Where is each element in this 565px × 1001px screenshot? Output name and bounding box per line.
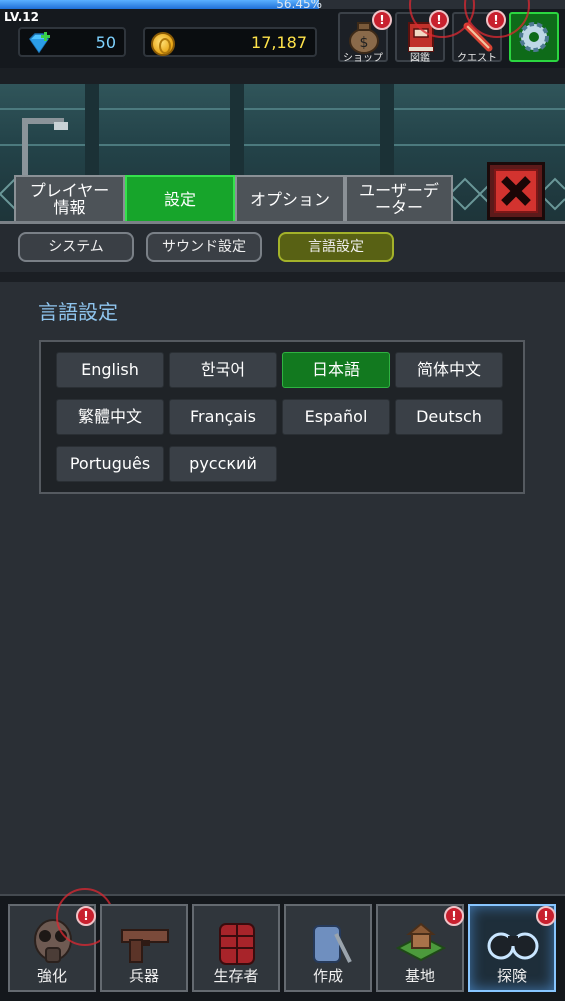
- diamond-icon: [29, 32, 50, 54]
- language-option-french[interactable]: Français: [169, 399, 277, 435]
- subtab-sound[interactable]: サウンド設定: [146, 232, 262, 262]
- gold-counter[interactable]: 17,187: [143, 27, 317, 57]
- gem-counter[interactable]: 50: [18, 27, 126, 57]
- xp-percent: 56.45%: [276, 0, 322, 11]
- panel-title: 言語設定: [38, 300, 118, 324]
- house-icon: [395, 922, 447, 962]
- explore-alert-badge: !: [536, 906, 556, 926]
- tab-options-label: オプション: [249, 189, 330, 209]
- nav-weapons-label: 兵器: [128, 967, 159, 985]
- language-option-japanese[interactable]: 日本語: [282, 352, 390, 388]
- xp-bar-fill: [0, 0, 319, 9]
- shop-label: ショップ: [343, 53, 383, 64]
- backpack-tools-icon: [313, 925, 352, 963]
- nav-craft-label: 作成: [312, 967, 343, 985]
- language-option-english[interactable]: English: [56, 352, 164, 388]
- gold-coin-icon: [151, 32, 175, 56]
- gem-amount: 50: [95, 33, 116, 52]
- language-option-german[interactable]: Deutsch: [395, 399, 503, 435]
- language-option-spanish[interactable]: Español: [282, 399, 390, 435]
- gold-amount: 17,187: [251, 33, 307, 52]
- nav-survivors-label: 生存者: [213, 967, 259, 985]
- nav-base[interactable]: 基地 !: [376, 904, 464, 992]
- language-option-portuguese[interactable]: Português: [56, 446, 164, 482]
- encyclopedia-label: 図鑑: [410, 53, 430, 64]
- subtab-bar: システム サウンド設定 言語設定: [0, 224, 565, 272]
- binoculars-icon: [487, 932, 539, 960]
- nav-craft[interactable]: 作成: [284, 904, 372, 992]
- close-button[interactable]: [487, 162, 545, 220]
- tab-player-info[interactable]: プレイヤー 情報: [14, 175, 125, 221]
- settings-panel: 言語設定 English 한국어 日本語 简体中文 繁體中文 Français …: [0, 282, 565, 894]
- quest-label: クエスト: [457, 53, 497, 64]
- tab-options[interactable]: オプション: [235, 175, 345, 221]
- language-option-korean[interactable]: 한국어: [169, 352, 277, 388]
- tab-label-line: ユーザーデ: [359, 181, 439, 200]
- nav-base-label: 基地: [404, 967, 435, 985]
- nav-survivors[interactable]: 生存者: [192, 904, 280, 992]
- subtab-language[interactable]: 言語設定: [278, 232, 394, 262]
- pistol-icon: [121, 929, 169, 963]
- close-icon: [494, 169, 538, 213]
- tab-user-data[interactable]: ユーザーデ ーター: [345, 175, 453, 221]
- language-option-russian[interactable]: русский: [169, 446, 277, 482]
- tab-label-line: 情報: [53, 198, 86, 217]
- language-option-simplified-chinese[interactable]: 简体中文: [395, 352, 503, 388]
- language-option-traditional-chinese[interactable]: 繁體中文: [56, 399, 164, 435]
- tab-player-info-label: プレイヤー 情報: [30, 182, 110, 216]
- base-alert-badge: !: [444, 906, 464, 926]
- tab-user-data-label: ユーザーデ ーター: [359, 182, 439, 216]
- bottom-nav: 強化 ! 兵器 生存者 作成 基地 ! 探険 !: [0, 888, 565, 1001]
- nav-explore-label: 探険: [496, 967, 527, 985]
- nav-explore[interactable]: 探険 !: [468, 904, 556, 992]
- nav-upgrade-label: 強化: [36, 967, 67, 985]
- shop-button[interactable]: $ ショップ !: [338, 10, 392, 64]
- tab-settings-label: 設定: [163, 189, 196, 209]
- language-grid: English 한국어 日本語 简体中文 繁體中文 Français Españ…: [39, 340, 525, 494]
- section-divider: [0, 272, 565, 282]
- top-hud: 56.45% LV.12 50 17,187 $ ショップ ! 図鑑 ! クエス…: [0, 0, 565, 68]
- tab-label-line: ーター: [374, 198, 423, 217]
- tab-label-line: プレイヤー: [29, 181, 110, 200]
- subtab-system[interactable]: システム: [18, 232, 134, 262]
- player-level: LV.12: [4, 10, 39, 24]
- shop-alert-badge: !: [372, 10, 392, 30]
- nav-weapons[interactable]: 兵器: [100, 904, 188, 992]
- jacket-icon: [219, 923, 255, 965]
- tab-settings[interactable]: 設定: [125, 175, 235, 221]
